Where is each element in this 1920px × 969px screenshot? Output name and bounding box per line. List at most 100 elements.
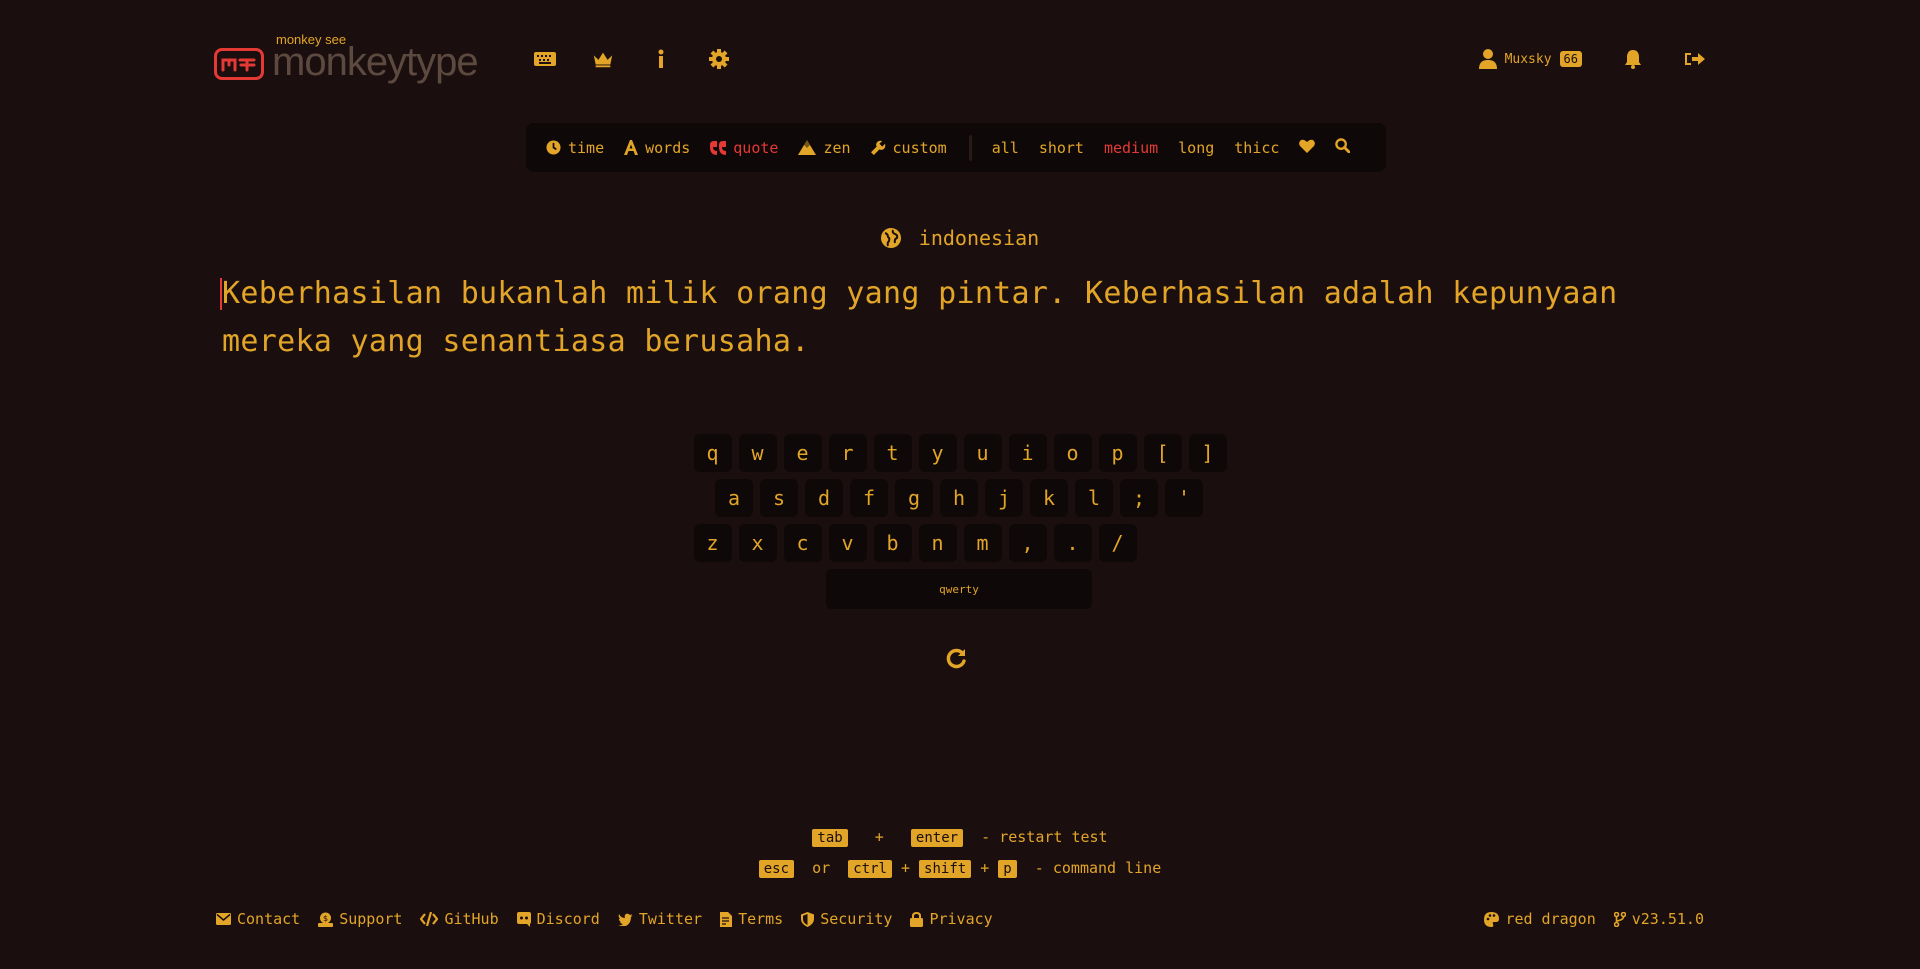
keymap-key: p bbox=[1098, 434, 1137, 472]
divider bbox=[968, 134, 972, 161]
redo-icon bbox=[946, 648, 966, 669]
mode-zen[interactable]: zen bbox=[798, 138, 851, 157]
footer-link-label: Twitter bbox=[638, 910, 703, 928]
hint-plus: + bbox=[874, 828, 884, 846]
test-config-bar: time words quote zen custom all short me… bbox=[526, 123, 1386, 172]
keymap-key: r bbox=[828, 434, 867, 472]
envelope-icon bbox=[216, 913, 231, 925]
twitter-icon bbox=[617, 913, 633, 926]
keymap-key: b bbox=[873, 524, 912, 562]
keymap: q w e r t y u i o p[] a s d f g h j k l; ' z x c v b n m,. / qwer… bbox=[0, 434, 1920, 609]
username: Muxsky bbox=[1504, 51, 1552, 67]
mode-quote[interactable]: quote bbox=[710, 139, 778, 157]
keymap-key: h bbox=[940, 479, 978, 517]
user-icon bbox=[1478, 49, 1497, 69]
quote-length-long[interactable]: long bbox=[1178, 139, 1214, 157]
footer-discord[interactable]: Discord bbox=[516, 910, 600, 928]
footer-terms[interactable]: Terms bbox=[720, 910, 783, 928]
keymap-row-1: q w e r t y u i o p[] bbox=[0, 434, 1920, 472]
keymap-key: g bbox=[895, 479, 933, 517]
language-selector[interactable]: indonesian bbox=[0, 226, 1920, 250]
footer-link-label: Security bbox=[820, 910, 893, 928]
footer-link-label: Support bbox=[339, 910, 403, 928]
heart-icon bbox=[1299, 139, 1316, 153]
logo[interactable]: monkey see monkeytype bbox=[214, 32, 479, 82]
footer-support[interactable]: $ Support bbox=[318, 910, 402, 928]
svg-text:$: $ bbox=[323, 914, 328, 923]
mode-label: zen bbox=[823, 138, 851, 157]
keymap-key: , bbox=[1008, 524, 1047, 562]
info-icon[interactable] bbox=[650, 48, 672, 70]
account-button[interactable]: Muxsky 66 bbox=[1478, 49, 1582, 69]
keymap-key: m bbox=[963, 524, 1002, 562]
mode-words[interactable]: words bbox=[624, 139, 690, 157]
quote-length-thicc[interactable]: thicc bbox=[1234, 139, 1279, 157]
footer-twitter[interactable]: Twitter bbox=[617, 910, 703, 928]
keymap-key: z bbox=[693, 524, 732, 562]
keymap-key: d bbox=[805, 479, 843, 517]
code-branch-icon bbox=[1613, 911, 1626, 927]
version-button[interactable]: v23.51.0 bbox=[1613, 910, 1704, 928]
hint-restart-text: - restart test bbox=[981, 828, 1108, 846]
gear-icon[interactable] bbox=[708, 48, 730, 70]
keyboard-icon[interactable] bbox=[534, 48, 556, 70]
keymap-key: u bbox=[963, 434, 1002, 472]
keymap-key: j bbox=[985, 479, 1023, 517]
caret bbox=[220, 278, 222, 310]
keymap-key: v bbox=[828, 524, 867, 562]
keymap-key: ' bbox=[1165, 479, 1203, 517]
palette-icon bbox=[1484, 911, 1500, 927]
kbd-tab: tab bbox=[812, 829, 848, 847]
favorite-quotes-button[interactable] bbox=[1299, 139, 1316, 157]
keyboard-hints: tab + enter - restart test esc or ctrl +… bbox=[0, 822, 1920, 884]
kbd-esc: esc bbox=[758, 860, 795, 878]
bell-icon[interactable] bbox=[1622, 48, 1644, 70]
crown-icon[interactable] bbox=[592, 48, 614, 70]
kbd-enter: enter bbox=[910, 829, 964, 847]
mode-label: custom bbox=[892, 138, 947, 157]
keymap-key: w bbox=[738, 434, 777, 472]
kbd-p: p bbox=[998, 860, 1017, 878]
keymap-key: t bbox=[873, 434, 912, 472]
footer-right: red dragon v23.51.0 bbox=[1484, 910, 1704, 928]
keymap-key: f bbox=[850, 479, 888, 517]
hint-plus: + bbox=[980, 859, 990, 877]
keymap-key: y bbox=[918, 434, 957, 472]
footer-link-label: Privacy bbox=[929, 910, 993, 928]
mode-label: quote bbox=[733, 138, 779, 157]
page: monkey see monkeytype Muxsky 66 time wor… bbox=[0, 0, 1920, 969]
footer-github[interactable]: GitHub bbox=[420, 910, 499, 928]
logo-text-wrap: monkey see monkeytype bbox=[272, 32, 479, 82]
keymap-key: c bbox=[783, 524, 822, 562]
theme-button[interactable]: red dragon bbox=[1484, 910, 1596, 928]
keymap-key: / bbox=[1098, 524, 1137, 562]
footer-link-label: Discord bbox=[536, 910, 600, 928]
hint-or: or bbox=[812, 859, 831, 877]
header: monkey see monkeytype Muxsky 66 bbox=[214, 30, 1706, 90]
sign-out-icon[interactable] bbox=[1684, 48, 1706, 70]
words-area[interactable]: Keberhasilan bukanlah milik orang yang p… bbox=[220, 270, 1702, 366]
quote-search-button[interactable] bbox=[1335, 138, 1351, 157]
keymap-key: a bbox=[715, 479, 753, 517]
footer-privacy[interactable]: Privacy bbox=[910, 910, 993, 928]
file-contract-icon bbox=[720, 911, 733, 927]
language-label: indonesian bbox=[918, 226, 1040, 250]
search-icon bbox=[1335, 138, 1351, 154]
restart-button[interactable] bbox=[945, 648, 967, 670]
kbd-ctrl: ctrl bbox=[848, 860, 892, 878]
keymap-key: s bbox=[760, 479, 798, 517]
quote-length-medium[interactable]: medium bbox=[1104, 139, 1158, 157]
quote-length-all[interactable]: all bbox=[992, 139, 1019, 157]
hint-command-line: esc or ctrl + shift + p - command line bbox=[0, 853, 1920, 884]
lock-icon bbox=[910, 911, 924, 927]
keymap-key: ; bbox=[1120, 479, 1158, 517]
mode-time[interactable]: time bbox=[546, 139, 604, 157]
logo-icon bbox=[214, 48, 264, 80]
mode-custom[interactable]: custom bbox=[870, 138, 947, 157]
globe-icon bbox=[880, 228, 901, 248]
footer-contact[interactable]: Contact bbox=[216, 910, 300, 928]
quote-length-short[interactable]: short bbox=[1039, 139, 1084, 157]
logo-tagline: monkey see bbox=[276, 32, 347, 47]
footer-security[interactable]: Security bbox=[801, 910, 892, 928]
keymap-key: k bbox=[1030, 479, 1068, 517]
